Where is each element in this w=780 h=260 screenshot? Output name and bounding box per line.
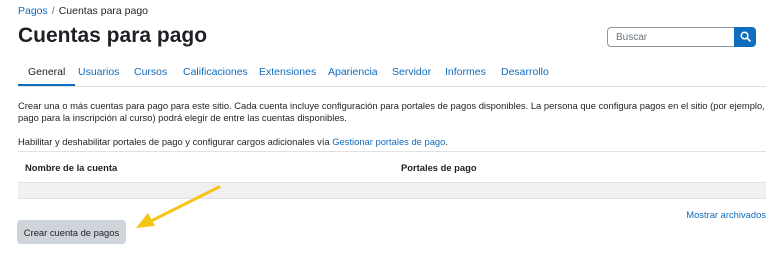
accounts-table: Nombre de la cuenta Portales de pago xyxy=(18,151,766,199)
tab-usuarios[interactable]: Usuarios xyxy=(78,66,119,78)
manage-gateways-text: Habilitar y deshabilitar portales de pag… xyxy=(18,136,448,147)
column-header-account-name: Nombre de la cuenta xyxy=(25,162,118,173)
tab-general[interactable]: General xyxy=(17,66,76,86)
manage-gateways-prefix: Habilitar y deshabilitar portales de pag… xyxy=(18,136,333,147)
table-empty-row xyxy=(18,183,766,199)
tab-calificaciones[interactable]: Calificaciones xyxy=(183,66,248,78)
description-text: Crear una o más cuentas para pago para e… xyxy=(18,100,765,123)
search-button[interactable] xyxy=(734,27,756,47)
breadcrumb-current: Cuentas para pago xyxy=(58,5,149,17)
manage-gateways-suffix: . xyxy=(445,136,448,147)
tab-apariencia[interactable]: Apariencia xyxy=(328,66,378,78)
breadcrumb: Pagos / Cuentas para pago xyxy=(18,5,148,17)
page-title: Cuentas para pago xyxy=(18,24,208,47)
tab-cursos[interactable]: Cursos xyxy=(134,66,167,78)
breadcrumb-link-pagos[interactable]: Pagos xyxy=(18,5,48,17)
tab-extensiones[interactable]: Extensiones xyxy=(259,66,316,78)
search-box xyxy=(607,27,756,47)
table-header: Nombre de la cuenta Portales de pago xyxy=(18,151,766,183)
breadcrumb-separator: / xyxy=(51,5,55,17)
tab-desarrollo[interactable]: Desarrollo xyxy=(501,66,549,78)
create-payment-account-button[interactable]: Crear cuenta de pagos xyxy=(17,220,126,244)
show-archived-link[interactable]: Mostrar archivados xyxy=(686,209,766,220)
tab-servidor[interactable]: Servidor xyxy=(392,66,431,78)
settings-tabs: General Usuarios Cursos Calificaciones E… xyxy=(17,58,766,87)
manage-gateways-link[interactable]: Gestionar portales de pago xyxy=(332,136,445,147)
column-header-gateways: Portales de pago xyxy=(401,162,477,173)
search-input[interactable] xyxy=(607,27,734,47)
search-icon xyxy=(740,30,751,45)
tab-informes[interactable]: Informes xyxy=(445,66,486,78)
page-description: Crear una o más cuentas para pago para e… xyxy=(18,100,766,124)
